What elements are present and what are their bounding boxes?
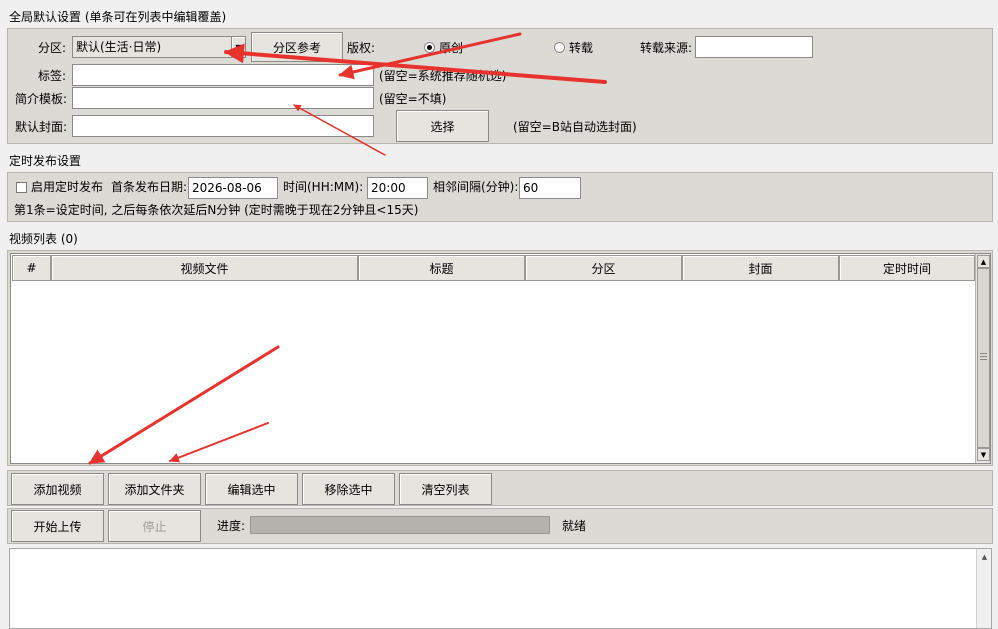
interval-label: 相邻间隔(分钟): — [433, 180, 519, 194]
remove-selected-button[interactable]: 移除选中 — [302, 473, 395, 505]
default-cover-input[interactable] — [72, 115, 374, 137]
repost-source-input[interactable] — [695, 36, 813, 58]
chevron-down-icon: ▼ — [235, 42, 242, 52]
column-header-cover[interactable]: 封面 — [682, 255, 839, 281]
tags-hint: (留空=系统推荐随机选) — [379, 69, 507, 83]
first-date-input[interactable]: 2026-08-06 — [188, 177, 278, 199]
choose-cover-button[interactable]: 选择 — [396, 110, 489, 142]
column-header-schedule-time[interactable]: 定时时间 — [839, 255, 975, 281]
upload-status: 就绪 — [562, 519, 587, 533]
tags-label: 标签: — [38, 69, 67, 83]
log-scrollbar[interactable]: ▲ — [976, 549, 991, 628]
chevron-up-icon[interactable]: ▲ — [977, 255, 990, 268]
chevron-down-icon[interactable]: ▼ — [977, 448, 990, 461]
video-table[interactable]: # 视频文件 标题 分区 封面 定时时间 ▲ ▼ — [10, 253, 991, 464]
category-reference-button[interactable]: 分区参考 — [251, 32, 343, 62]
progress-label: 进度: — [217, 519, 246, 533]
description-template-hint: (留空=不填) — [379, 92, 447, 106]
category-value: 默认(生活·日常) — [76, 40, 162, 54]
copyright-repost-label: 转载 — [569, 41, 594, 55]
chevron-up-icon[interactable]: ▲ — [978, 551, 991, 563]
column-header-category[interactable]: 分区 — [525, 255, 682, 281]
scrollbar-thumb[interactable] — [977, 268, 990, 448]
copyright-label: 版权: — [347, 41, 376, 55]
edit-selected-button[interactable]: 编辑选中 — [205, 473, 298, 505]
schedule-section-title: 定时发布设置 — [9, 154, 82, 168]
copyright-original-radio[interactable] — [424, 42, 435, 53]
enable-schedule-checkbox[interactable] — [16, 182, 27, 193]
default-cover-label: 默认封面: — [15, 120, 68, 134]
start-upload-button[interactable]: 开始上传 — [11, 510, 104, 542]
stop-upload-button[interactable]: 停止 — [108, 510, 201, 542]
category-label: 分区: — [38, 41, 67, 55]
first-date-label: 首条发布日期: — [111, 180, 188, 194]
interval-input[interactable]: 60 — [519, 177, 581, 199]
copyright-repost-radio[interactable] — [554, 42, 565, 53]
schedule-note: 第1条=设定时间, 之后每条依次延后N分钟 (定时需晚于现在2分钟且<15天) — [14, 203, 419, 217]
repost-source-label: 转载来源: — [640, 41, 693, 55]
column-header-title[interactable]: 标题 — [358, 255, 525, 281]
tags-input[interactable] — [72, 64, 374, 86]
enable-schedule-label: 启用定时发布 — [31, 180, 104, 194]
upload-progress-bar — [250, 516, 550, 534]
time-label: 时间(HH:MM): — [283, 180, 364, 194]
log-output[interactable]: ▲ — [9, 548, 992, 629]
column-header-video-file[interactable]: 视频文件 — [51, 255, 358, 281]
add-video-button[interactable]: 添加视频 — [11, 473, 104, 505]
video-list-title: 视频列表 (0) — [9, 232, 78, 246]
add-folder-button[interactable]: 添加文件夹 — [108, 473, 201, 505]
description-template-input[interactable] — [72, 87, 374, 109]
category-combobox[interactable]: 默认(生活·日常) — [72, 36, 232, 58]
video-table-scrollbar[interactable]: ▲ ▼ — [975, 254, 990, 463]
global-section-title: 全局默认设置 (单条可在列表中编辑覆盖) — [9, 10, 227, 24]
category-dropdown-arrow[interactable]: ▼ — [231, 36, 246, 58]
column-header-index[interactable]: # — [12, 255, 51, 281]
description-template-label: 简介模板: — [15, 92, 68, 106]
default-cover-hint: (留空=B站自动选封面) — [513, 120, 637, 134]
copyright-original-label: 原创 — [439, 41, 464, 55]
time-input[interactable]: 20:00 — [367, 177, 428, 199]
clear-list-button[interactable]: 清空列表 — [399, 473, 492, 505]
